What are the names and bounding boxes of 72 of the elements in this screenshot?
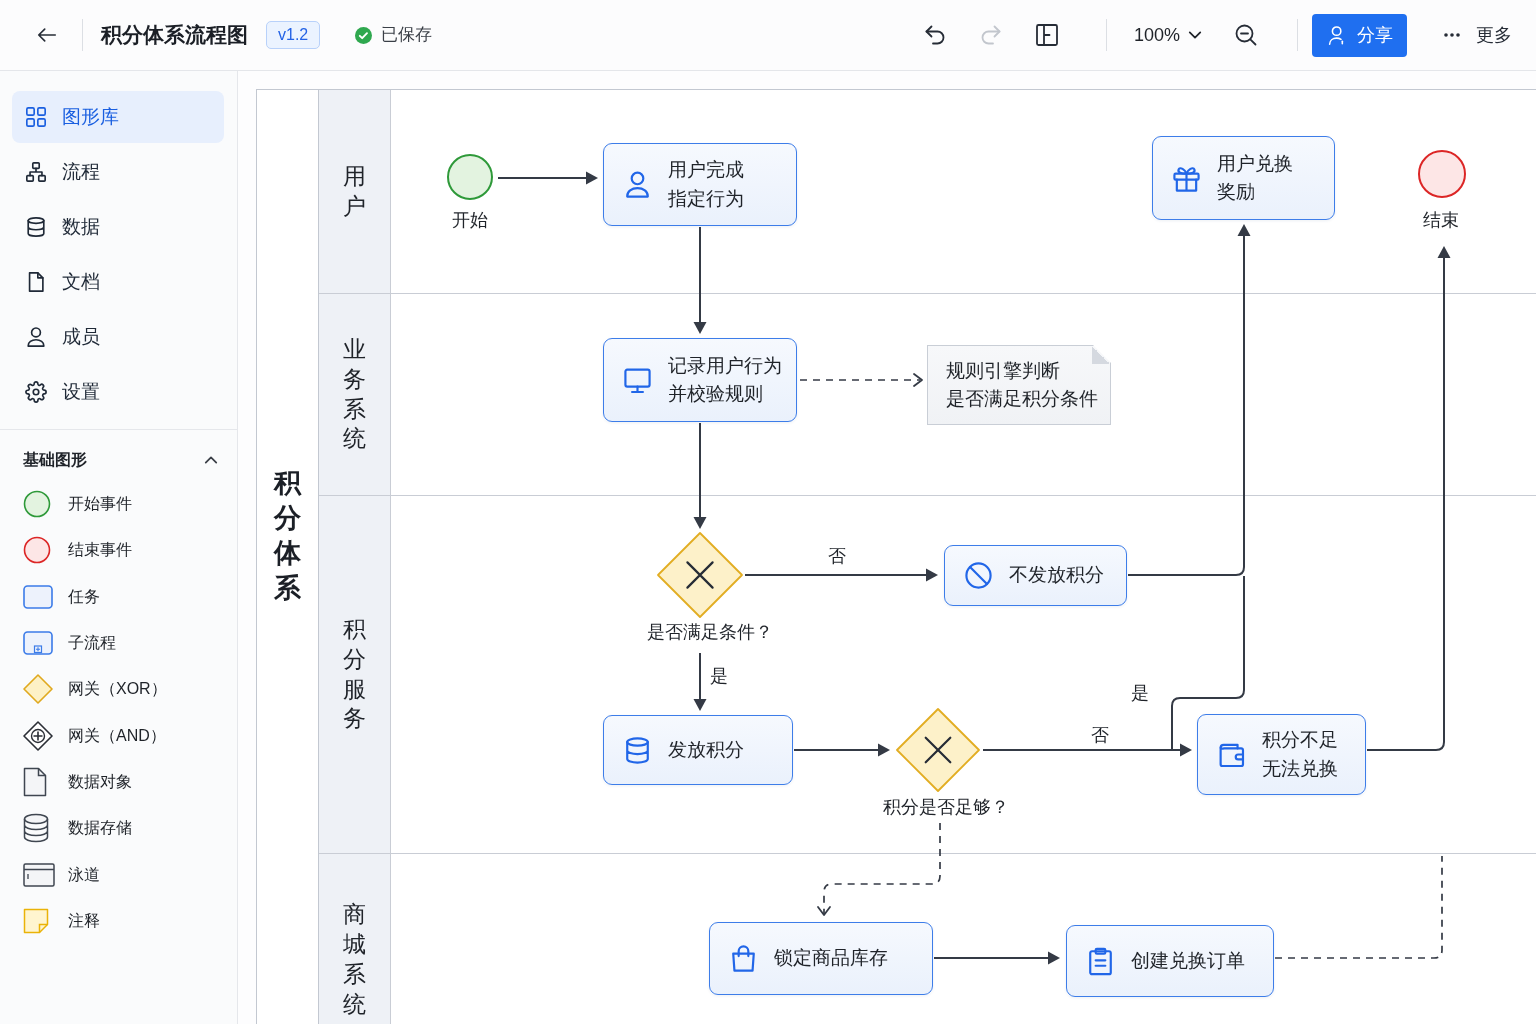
start-event-icon — [23, 490, 51, 519]
task-label: 用户完成指定行为 — [668, 158, 745, 211]
shape-item[interactable]: 结束事件 — [23, 527, 237, 574]
sidebar-nav-item[interactable]: 流程 — [12, 146, 224, 198]
shape-item[interactable]: 泳道 — [23, 851, 237, 898]
diamond-plus-icon — [23, 720, 53, 751]
zoom-out-icon — [1234, 23, 1258, 47]
data-store-icon — [23, 813, 49, 844]
more-button[interactable]: 更多 — [1436, 17, 1520, 53]
data-object-icon — [23, 766, 47, 797]
x-icon — [924, 736, 952, 764]
sidebar-nav-item[interactable]: 设置 — [12, 366, 224, 418]
node-label: 积分是否足够？ — [883, 796, 1009, 820]
lane-label: 商城系统 — [343, 900, 366, 1019]
sidebar-nav-item[interactable]: 成员 — [12, 311, 224, 363]
annotation-text: 规则引擎判断是否满足积分条件 — [946, 359, 1099, 411]
shape-item[interactable]: 任务 — [23, 573, 237, 620]
edge-label: 是 — [1131, 683, 1149, 705]
task-label: 发放积分 — [668, 737, 744, 762]
shape-item[interactable]: 注释 — [23, 897, 237, 944]
grid-icon — [25, 106, 47, 128]
lane-label: 积分服务 — [343, 614, 366, 734]
edge-label: 是 — [710, 666, 728, 688]
hierarchy-icon — [25, 161, 47, 183]
task-label: 锁定商品库存 — [774, 946, 888, 971]
task-label: 记录用户行为并校验规则 — [668, 353, 783, 406]
flow-arrow — [693, 652, 707, 711]
sidebar-nav-item[interactable]: 文档 — [12, 256, 224, 308]
task-icon — [23, 584, 53, 609]
document-title: 积分体系流程图 — [101, 22, 248, 49]
end-event-icon — [23, 536, 51, 565]
edge-label: 否 — [1091, 725, 1109, 747]
shape-item[interactable]: 网关（XOR） — [23, 666, 237, 713]
task-label: 创建兑换订单 — [1131, 948, 1245, 973]
shape-item[interactable]: 子流程 — [23, 619, 237, 667]
user-icon — [623, 170, 652, 199]
subprocess-icon — [23, 631, 53, 656]
node-label: 开始 — [452, 209, 488, 233]
settings-icon — [25, 381, 47, 403]
more-icon — [1444, 33, 1460, 37]
zoom-dropdown[interactable]: 100% — [1133, 21, 1202, 49]
swimlane-icon — [23, 862, 55, 887]
bag-icon — [729, 944, 758, 973]
database-icon — [623, 735, 652, 765]
save-status: 已保存 — [381, 24, 433, 47]
node-label: 是否满足条件？ — [647, 621, 773, 645]
x-icon — [686, 561, 714, 589]
lane-label: 业务系统 — [343, 334, 366, 454]
task-label: 用户兑换奖励 — [1217, 151, 1294, 204]
note-icon — [23, 907, 49, 934]
edge-label: 否 — [828, 546, 846, 568]
ban-icon — [964, 561, 993, 590]
database-icon — [25, 216, 47, 238]
shape-item[interactable]: 数据存储 — [23, 805, 237, 852]
check-circle-icon — [355, 26, 373, 44]
share-button[interactable]: 分享 — [1312, 13, 1407, 57]
section-title: 基础图形 — [23, 450, 87, 470]
shape-item[interactable]: 网关（AND） — [23, 712, 237, 759]
shape-item[interactable]: 数据对象 — [23, 758, 237, 806]
lane-label: 用户 — [343, 161, 366, 221]
sidebar-nav-item[interactable]: 图形库 — [12, 91, 224, 143]
panel-layout-icon — [1034, 23, 1059, 47]
node-label: 结束 — [1423, 209, 1459, 233]
sidebar-nav-item[interactable]: 数据 — [12, 201, 224, 253]
version-badge: v1.2 — [266, 21, 321, 49]
pool-label: 积分体系 — [274, 466, 301, 606]
clipboard-icon — [1086, 946, 1115, 976]
task-label: 不发放积分 — [1009, 563, 1104, 588]
shape-item[interactable]: 开始事件 — [23, 481, 237, 528]
user-icon — [25, 326, 47, 348]
task-label: 积分不足无法兑换 — [1262, 728, 1339, 781]
diamond-icon — [23, 674, 53, 705]
